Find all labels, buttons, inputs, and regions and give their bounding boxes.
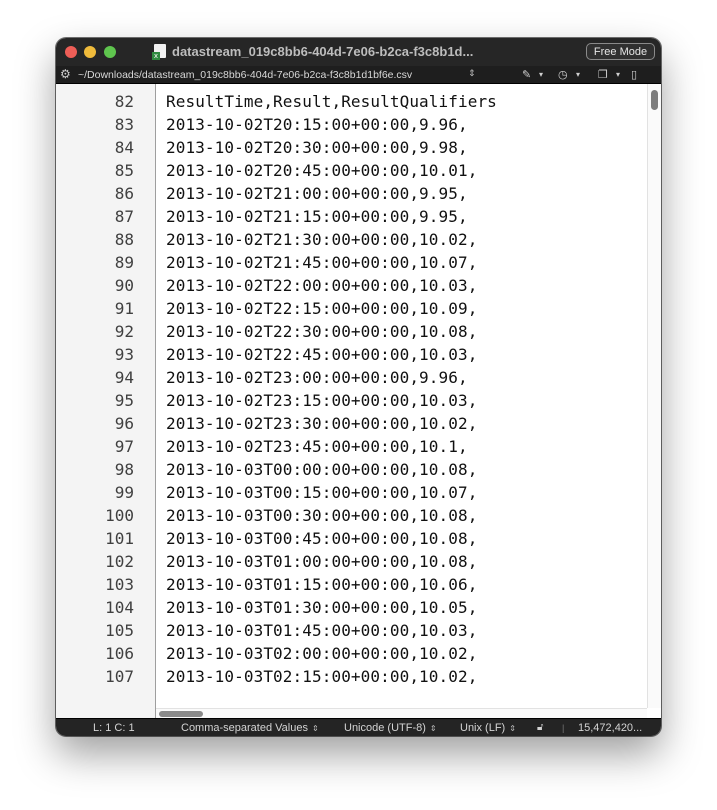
line-number: 107 bbox=[105, 667, 134, 686]
excel-badge-icon: x bbox=[152, 52, 160, 60]
code-line[interactable]: 2013-10-03T00:00:00+00:00,10.08, bbox=[166, 458, 477, 481]
copy-icon[interactable]: ❐ bbox=[598, 67, 608, 82]
chevron-updown-icon: ⇕ bbox=[509, 724, 516, 733]
code-line[interactable]: 2013-10-02T23:45:00+00:00,10.1, bbox=[166, 435, 468, 458]
code-line[interactable]: 2013-10-02T23:15:00+00:00,10.03, bbox=[166, 389, 477, 412]
code-line[interactable]: 2013-10-02T20:45:00+00:00,10.01, bbox=[166, 159, 477, 182]
file-path-popup[interactable]: ~/Downloads/datastream_019c8bb6-404d-7e0… bbox=[78, 68, 412, 82]
code-line[interactable]: 2013-10-02T21:15:00+00:00,9.95, bbox=[166, 205, 468, 228]
line-number: 102 bbox=[105, 552, 134, 571]
code-line[interactable]: 2013-10-03T01:15:00+00:00,10.06, bbox=[166, 573, 477, 596]
line-number: 103 bbox=[105, 575, 134, 594]
code-line[interactable]: 2013-10-02T20:30:00+00:00,9.98, bbox=[166, 136, 468, 159]
path-bar: ⚙ ~/Downloads/datastream_019c8bb6-404d-7… bbox=[56, 66, 661, 84]
gear-icon[interactable]: ⚙ bbox=[60, 67, 71, 82]
code-line[interactable]: 2013-10-03T01:30:00+00:00,10.05, bbox=[166, 596, 477, 619]
line-number: 84 bbox=[114, 138, 134, 157]
divider: | bbox=[562, 723, 565, 733]
chevron-updown-icon[interactable]: ⇕ bbox=[468, 67, 476, 82]
line-number: 83 bbox=[114, 115, 134, 134]
code-line[interactable]: 2013-10-02T22:45:00+00:00,10.03, bbox=[166, 343, 477, 366]
vertical-scroll-thumb[interactable] bbox=[651, 90, 658, 110]
zoom-window-button[interactable] bbox=[104, 46, 116, 58]
line-number: 100 bbox=[105, 506, 134, 525]
line-number-gutter: 82 83 84 85 86 87 88 89 90 91 92 93 94 95 96 97 98 99 100 1… bbox=[56, 84, 156, 718]
text-editor-area[interactable]: ResultTime,Result,ResultQualifiers 2013-1… bbox=[156, 84, 647, 708]
code-line[interactable]: 2013-10-03T02:15:00+00:00,10.02, bbox=[166, 665, 477, 688]
line-number: 99 bbox=[114, 483, 134, 502]
code-line[interactable]: 2013-10-02T20:15:00+00:00,9.96, bbox=[166, 113, 468, 136]
code-line[interactable]: 2013-10-03T00:45:00+00:00,10.08, bbox=[166, 527, 477, 550]
code-line[interactable]: 2013-10-03T00:15:00+00:00,10.07, bbox=[166, 481, 477, 504]
line-number: 88 bbox=[114, 230, 134, 249]
free-mode-button[interactable]: Free Mode bbox=[586, 43, 655, 60]
line-number: 106 bbox=[105, 644, 134, 663]
close-window-button[interactable] bbox=[65, 46, 77, 58]
line-number: 98 bbox=[114, 460, 134, 479]
line-number: 94 bbox=[114, 368, 134, 387]
code-line[interactable]: 2013-10-02T21:00:00+00:00,9.95, bbox=[166, 182, 468, 205]
code-line[interactable]: 2013-10-02T22:15:00+00:00,10.09, bbox=[166, 297, 477, 320]
line-endings-label: Unix (LF) bbox=[460, 722, 506, 734]
vertical-scrollbar[interactable] bbox=[647, 84, 661, 708]
editor-window: x datastream_019c8bb6-404d-7e06-b2ca-f3c… bbox=[56, 38, 661, 736]
code-line[interactable]: 2013-10-03T00:30:00+00:00,10.08, bbox=[166, 504, 477, 527]
minimize-window-button[interactable] bbox=[84, 46, 96, 58]
chevron-down-icon[interactable]: ▾ bbox=[539, 67, 543, 82]
encoding-popup[interactable]: Unicode (UTF-8) ⇕ bbox=[344, 719, 437, 736]
line-number: 105 bbox=[105, 621, 134, 640]
code-line[interactable]: 2013-10-02T23:00:00+00:00,9.96, bbox=[166, 366, 468, 389]
line-number: 96 bbox=[114, 414, 134, 433]
line-number: 104 bbox=[105, 598, 134, 617]
line-endings-popup[interactable]: Unix (LF) ⇕ bbox=[460, 719, 516, 736]
code-line[interactable]: 2013-10-03T02:00:00+00:00,10.02, bbox=[166, 642, 477, 665]
code-line[interactable]: ResultTime,Result,ResultQualifiers bbox=[166, 90, 497, 113]
syntax-mode-label: Comma-separated Values bbox=[181, 722, 308, 734]
document-icon[interactable]: ▯ bbox=[631, 67, 637, 82]
csv-file-icon: x bbox=[152, 44, 166, 60]
line-number: 95 bbox=[114, 391, 134, 410]
line-number: 93 bbox=[114, 345, 134, 364]
encoding-label: Unicode (UTF-8) bbox=[344, 722, 426, 734]
code-line[interactable]: 2013-10-02T22:30:00+00:00,10.08, bbox=[166, 320, 477, 343]
line-number: 89 bbox=[114, 253, 134, 272]
chevron-updown-icon: ⇕ bbox=[429, 724, 437, 733]
status-bar: L: 1 C: 1 Comma-separated Values ⇕ Unicod… bbox=[56, 718, 661, 736]
line-number: 101 bbox=[105, 529, 134, 548]
line-number: 92 bbox=[114, 322, 134, 341]
history-icon[interactable]: ◷ bbox=[558, 67, 568, 82]
line-number: 87 bbox=[114, 207, 134, 226]
line-number: 85 bbox=[114, 161, 134, 180]
code-line[interactable]: 2013-10-02T22:00:00+00:00,10.03, bbox=[166, 274, 477, 297]
chevron-down-icon[interactable]: ▾ bbox=[616, 67, 620, 82]
horizontal-scroll-thumb[interactable] bbox=[159, 711, 203, 717]
line-number: 82 bbox=[114, 92, 134, 111]
line-number: 86 bbox=[114, 184, 134, 203]
title-bar[interactable]: x datastream_019c8bb6-404d-7e06-b2ca-f3c… bbox=[56, 38, 661, 66]
code-line[interactable]: 2013-10-02T23:30:00+00:00,10.02, bbox=[166, 412, 477, 435]
line-number: 97 bbox=[114, 437, 134, 456]
cursor-position[interactable]: L: 1 C: 1 bbox=[93, 719, 135, 736]
pin-icon[interactable]: ✎ bbox=[522, 67, 531, 82]
syntax-mode-popup[interactable]: Comma-separated Values ⇕ bbox=[181, 719, 319, 736]
code-line[interactable]: 2013-10-03T01:00:00+00:00,10.08, bbox=[166, 550, 477, 573]
code-line[interactable]: 2013-10-02T21:30:00+00:00,10.02, bbox=[166, 228, 477, 251]
line-number: 91 bbox=[114, 299, 134, 318]
code-line[interactable]: 2013-10-02T21:45:00+00:00,10.07, bbox=[166, 251, 477, 274]
code-line[interactable]: 2013-10-03T01:45:00+00:00,10.03, bbox=[166, 619, 477, 642]
window-title: datastream_019c8bb6-404d-7e06-b2ca-f3c8b… bbox=[172, 44, 474, 59]
chevron-updown-icon: ⇕ bbox=[311, 724, 319, 733]
chevron-down-icon[interactable]: ▾ bbox=[576, 67, 580, 82]
file-size: 15,472,420... bbox=[578, 722, 643, 734]
unlock-icon[interactable]: 🔓︎ bbox=[537, 719, 543, 736]
line-number: 90 bbox=[114, 276, 134, 295]
